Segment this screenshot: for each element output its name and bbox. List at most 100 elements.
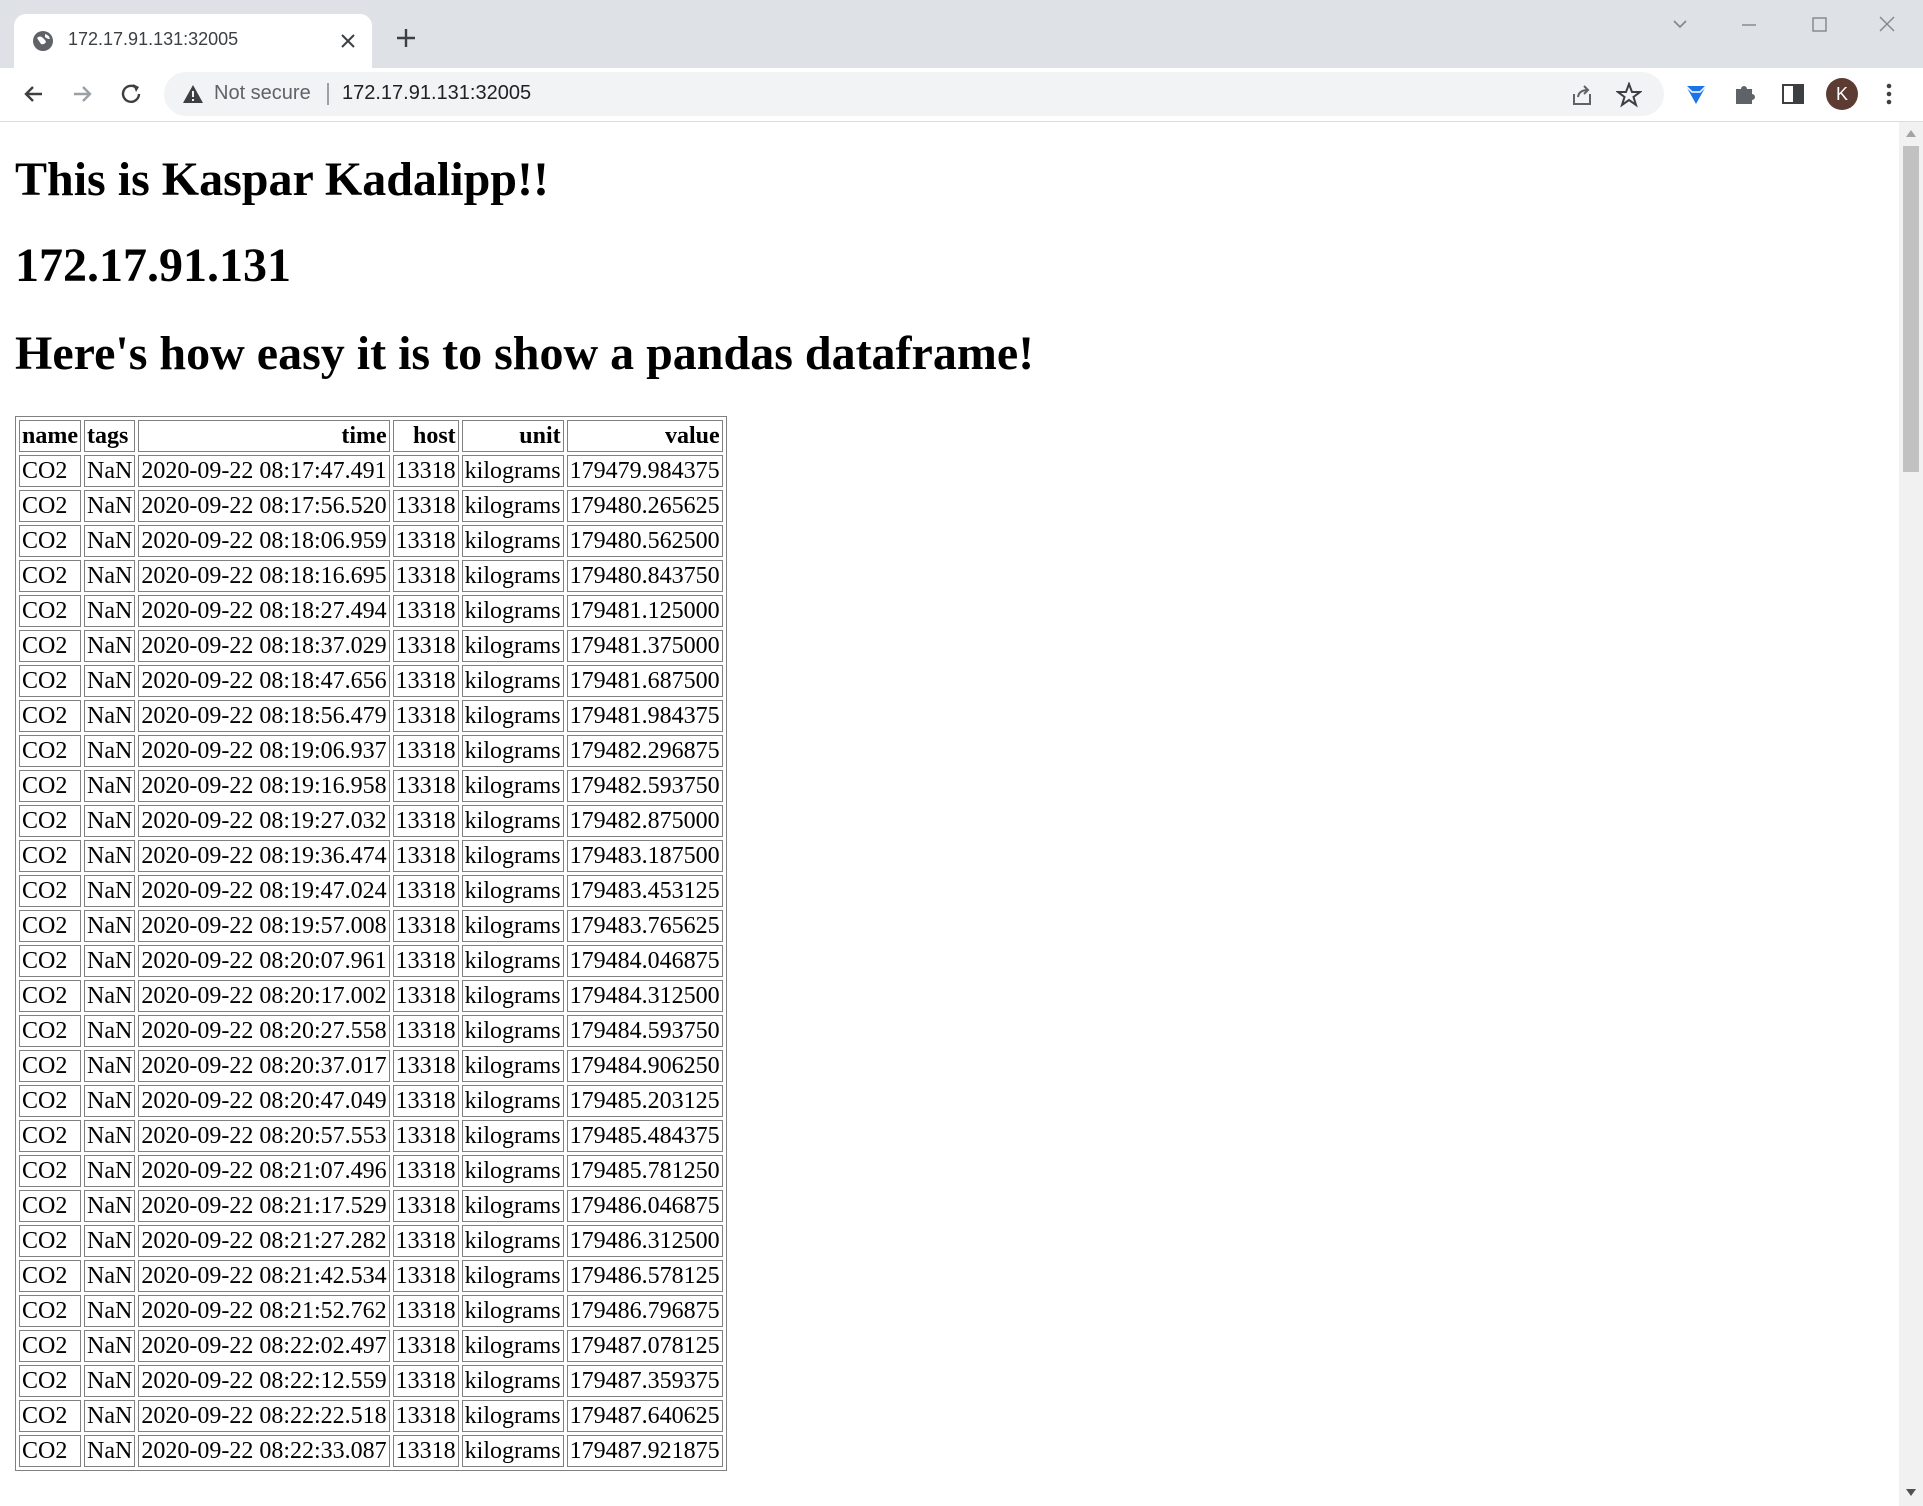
table-row: CO2 NaN 2020-09-22 08:17:56.520 13318 kilogr… [19,490,723,522]
cell-unit: kilograms [461,595,564,627]
cell-time: 2020-09-22 08:17:47.491 [138,455,390,487]
warning-icon[interactable] [182,84,204,104]
cell-host: 13318 [392,1260,459,1292]
cell-value: 179483.765625 [566,910,723,942]
back-icon[interactable] [18,78,50,110]
cell-host: 13318 [392,665,459,697]
cell-tags: NaN [84,1225,136,1257]
browser-tab[interactable]: 172.17.91.131:32005 [14,14,372,68]
cell-time: 2020-09-22 08:22:12.559 [138,1365,390,1397]
vertical-scrollbar[interactable] [1899,122,1923,1506]
cell-time: 2020-09-22 08:20:47.049 [138,1085,390,1117]
cell-name: CO2 [19,770,81,802]
cell-name: CO2 [19,1190,81,1222]
cell-tags: NaN [84,1155,136,1187]
cell-tags: NaN [84,700,136,732]
star-icon[interactable] [1616,82,1642,108]
table-row: CO2 NaN 2020-09-22 08:20:37.017 13318 kilogr… [19,1050,723,1082]
cell-time: 2020-09-22 08:21:07.496 [138,1155,390,1187]
cell-name: CO2 [19,455,81,487]
table-row: CO2 NaN 2020-09-22 08:17:47.491 13318 kilogr… [19,455,723,487]
cell-time: 2020-09-22 08:18:06.959 [138,525,390,557]
table-row: CO2 NaN 2020-09-22 08:21:42.534 13318 kilogr… [19,1260,723,1292]
avatar[interactable]: K [1826,78,1858,110]
cell-time: 2020-09-22 08:19:36.474 [138,840,390,872]
tab-title: 172.17.91.131:32005 [68,29,239,49]
cell-unit: kilograms [461,945,564,977]
plus-icon[interactable] [392,24,420,52]
cell-tags: NaN [84,840,136,872]
cell-host: 13318 [392,455,459,487]
cell-value: 179484.593750 [566,1015,723,1047]
url-text[interactable]: 172.17.91.131:32005 [342,82,531,105]
cell-host: 13318 [392,630,459,662]
cell-name: CO2 [19,1295,81,1327]
forward-icon[interactable] [66,78,98,110]
cell-value: 179481.984375 [566,700,723,732]
cell-unit: kilograms [461,1330,564,1362]
dataframe-table: name tags time host unit value CO2 NaN 2020-09-… [15,416,727,1471]
cell-unit: kilograms [461,1085,564,1117]
menu-icon[interactable] [1873,78,1905,110]
scrollbar-thumb[interactable] [1903,146,1919,472]
scroll-up-arrow-icon[interactable] [1905,128,1917,138]
side-panel-icon[interactable] [1777,78,1809,110]
cell-unit: kilograms [461,735,564,767]
minimize-icon[interactable] [1726,10,1772,40]
cell-time: 2020-09-22 08:21:52.762 [138,1295,390,1327]
cell-name: CO2 [19,595,81,627]
window-close-icon[interactable] [1864,10,1910,40]
cell-value: 179483.453125 [566,875,723,907]
cell-host: 13318 [392,840,459,872]
cell-tags: NaN [84,525,136,557]
cell-value: 179482.593750 [566,770,723,802]
cell-unit: kilograms [461,1400,564,1432]
cell-tags: NaN [84,1365,136,1397]
cell-unit: kilograms [461,1295,564,1327]
cell-tags: NaN [84,455,136,487]
cell-tags: NaN [84,1085,136,1117]
cell-host: 13318 [392,910,459,942]
cell-host: 13318 [392,1085,459,1117]
cell-name: CO2 [19,1330,81,1362]
share-icon[interactable] [1569,82,1595,108]
cell-name: CO2 [19,805,81,837]
maximize-icon[interactable] [1796,10,1842,40]
cell-time: 2020-09-22 08:21:17.529 [138,1190,390,1222]
cell-tags: NaN [84,735,136,767]
cell-tags: NaN [84,1330,136,1362]
cell-time: 2020-09-22 08:21:27.282 [138,1225,390,1257]
table-row: CO2 NaN 2020-09-22 08:22:22.518 13318 kilogr… [19,1400,723,1432]
cell-tags: NaN [84,560,136,592]
cell-unit: kilograms [461,1015,564,1047]
cell-value: 179483.187500 [566,840,723,872]
table-header-row: name tags time host unit value [19,420,723,452]
cell-name: CO2 [19,980,81,1012]
cell-host: 13318 [392,700,459,732]
reload-icon[interactable] [115,78,147,110]
table-row: CO2 NaN 2020-09-22 08:19:16.958 13318 kilogr… [19,770,723,802]
cell-time: 2020-09-22 08:19:57.008 [138,910,390,942]
cell-value: 179481.687500 [566,665,723,697]
cell-host: 13318 [392,805,459,837]
address-bar[interactable]: Not secure 172.17.91.131:32005 [164,72,1664,116]
cell-tags: NaN [84,945,136,977]
extension-diamond-icon[interactable] [1680,78,1712,110]
cell-unit: kilograms [461,490,564,522]
cell-tags: NaN [84,910,136,942]
table-row: CO2 NaN 2020-09-22 08:20:17.002 13318 kilogr… [19,980,723,1012]
table-row: CO2 NaN 2020-09-22 08:19:06.937 13318 kilogr… [19,735,723,767]
chevron-down-icon[interactable] [1657,10,1703,40]
cell-value: 179482.875000 [566,805,723,837]
column-header-name: name [19,420,81,452]
puzzle-icon[interactable] [1729,78,1761,110]
close-icon[interactable] [337,30,359,52]
security-label[interactable]: Not secure [214,82,311,105]
table-row: CO2 NaN 2020-09-22 08:18:16.695 13318 kilogr… [19,560,723,592]
globe-icon [33,31,53,51]
cell-tags: NaN [84,1120,136,1152]
cell-value: 179479.984375 [566,455,723,487]
cell-host: 13318 [392,490,459,522]
scroll-down-arrow-icon[interactable] [1905,1488,1917,1498]
column-header-time: time [138,420,390,452]
